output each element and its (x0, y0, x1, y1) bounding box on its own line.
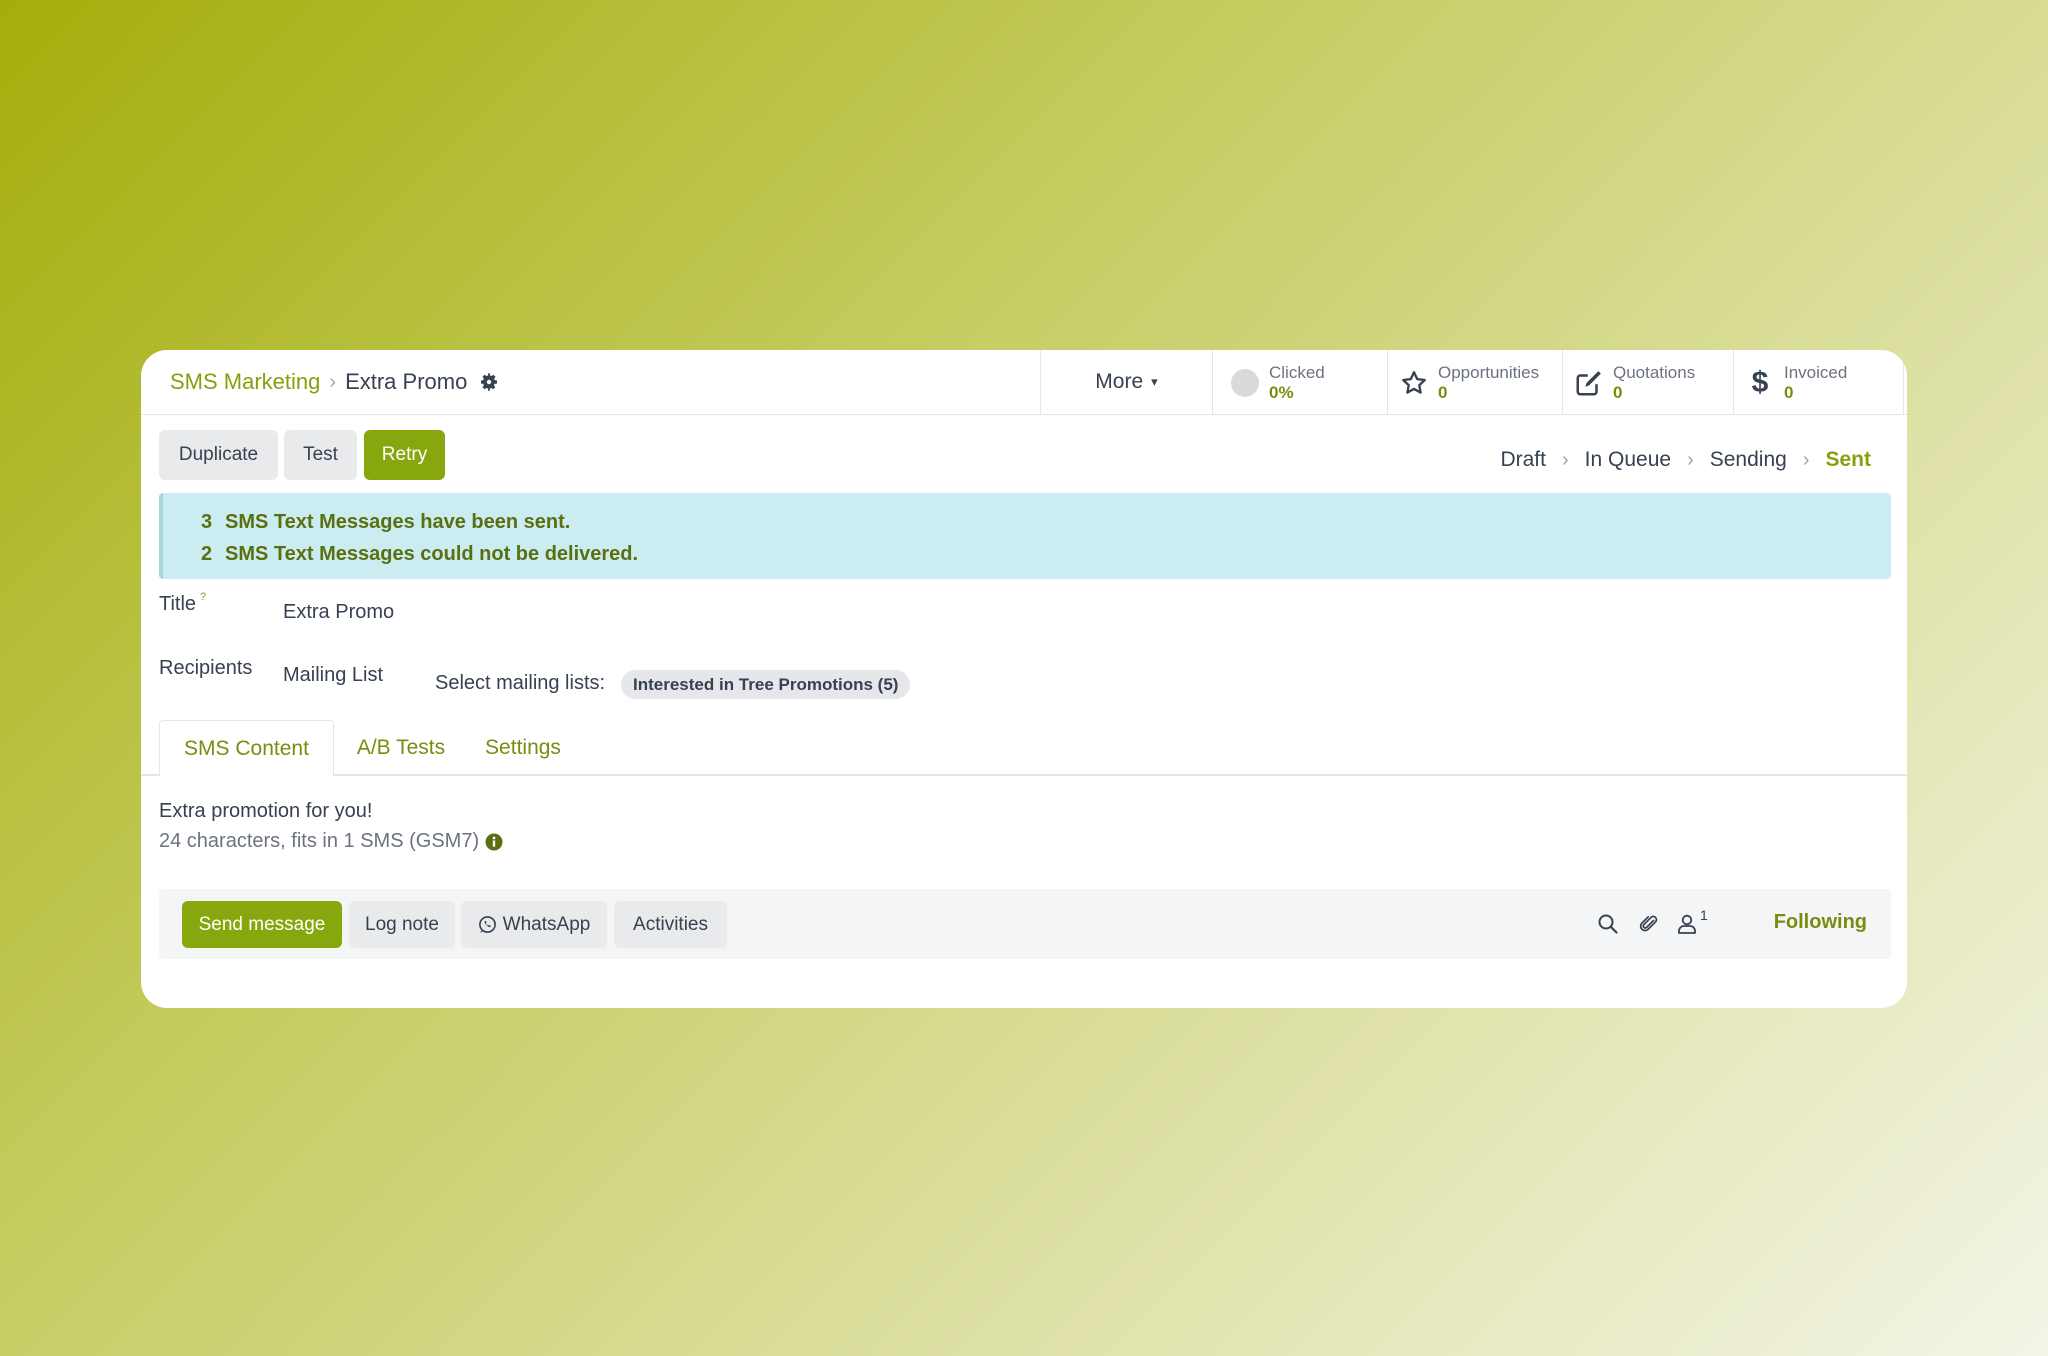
stat-quotations-label: Quotations (1613, 362, 1696, 382)
title-field[interactable]: Extra Promo (283, 601, 394, 624)
star-icon (1398, 367, 1430, 399)
alert-line-sent: 3 SMS Text Messages have been sent. (201, 506, 1891, 538)
caret-down-icon: ▾ (1151, 374, 1158, 389)
mailing-list-tag[interactable]: Interested in Tree Promotions (5) (621, 670, 911, 699)
whatsapp-label: WhatsApp (502, 913, 591, 935)
stat-quotations-value: 0 (1613, 382, 1623, 402)
dollar-icon: $ (1744, 367, 1776, 399)
stat-clicked-label: Clicked (1269, 362, 1325, 382)
more-button-label: More (1095, 370, 1144, 393)
gear-icon[interactable] (479, 372, 499, 392)
form-card: SMS Marketing › Extra Promo More ▾ Click… (141, 350, 1907, 1008)
tab-sms-content[interactable]: SMS Content (159, 720, 334, 776)
breadcrumb-separator: › (329, 370, 337, 393)
test-button[interactable]: Test (284, 430, 357, 480)
activities-button[interactable]: Activities (614, 901, 727, 948)
breadcrumb: SMS Marketing › Extra Promo (170, 366, 499, 398)
stat-opportunities-value: 0 (1438, 382, 1448, 402)
duplicate-button[interactable]: Duplicate (159, 430, 278, 480)
edit-icon (1573, 367, 1605, 399)
stat-quotations[interactable]: Quotations 0 (1563, 350, 1734, 415)
sent-stats-alert: 3 SMS Text Messages have been sent. 2 SM… (159, 493, 1891, 579)
title-label: Title? (159, 591, 206, 616)
follower-count: 1 (1700, 907, 1708, 923)
recipients-label: Recipients (159, 657, 253, 679)
recipients-field[interactable]: Mailing List (283, 664, 383, 687)
char-info: 24 characters, fits in 1 SMS (GSM7) (159, 830, 503, 853)
search-icon[interactable] (1595, 911, 1621, 937)
page-background: { "breadcrumb": { "parent": "SMS Marketi… (0, 0, 2048, 1356)
status-separator: › (1687, 448, 1694, 471)
breadcrumb-current: Extra Promo (345, 369, 468, 394)
following-button[interactable]: Following (1774, 911, 1867, 934)
control-panel: SMS Marketing › Extra Promo More ▾ Click… (141, 350, 1907, 415)
status-stage-sending[interactable]: Sending (1710, 448, 1787, 472)
retry-button[interactable]: Retry (364, 430, 445, 480)
tab-settings[interactable]: Settings (468, 720, 578, 776)
followers-icon[interactable] (1674, 911, 1700, 937)
mailing-lists-label: Select mailing lists: (435, 672, 606, 694)
stat-invoiced[interactable]: $ Invoiced 0 (1734, 350, 1904, 415)
svg-text:$: $ (1752, 367, 1769, 399)
failed-text: SMS Text Messages could not be delivered… (225, 543, 639, 565)
help-icon[interactable]: ? (200, 591, 206, 603)
sent-count: 3 (201, 511, 213, 533)
status-stage-sent[interactable]: Sent (1825, 448, 1871, 472)
stat-invoiced-label: Invoiced (1784, 362, 1848, 382)
stat-clicked-value: 0% (1269, 382, 1294, 402)
stat-opportunities[interactable]: Opportunities 0 (1388, 350, 1563, 415)
title-label-text: Title (159, 593, 197, 615)
tab-ab-tests[interactable]: A/B Tests (341, 720, 461, 776)
char-info-text: 24 characters, fits in 1 SMS (GSM7) (159, 830, 480, 852)
send-message-button[interactable]: Send message (182, 901, 342, 948)
alert-line-failed: 2 SMS Text Messages could not be deliver… (201, 538, 1891, 570)
status-stage-draft[interactable]: Draft (1500, 448, 1546, 472)
paperclip-icon[interactable] (1636, 911, 1662, 937)
stat-invoiced-value: 0 (1784, 382, 1794, 402)
whatsapp-button[interactable]: WhatsApp (461, 901, 607, 948)
breadcrumb-parent-link[interactable]: SMS Marketing (170, 369, 320, 395)
status-separator: › (1802, 448, 1810, 471)
whatsapp-icon (478, 915, 497, 934)
circle-progress-icon (1229, 367, 1261, 399)
info-icon[interactable] (485, 833, 503, 851)
stat-opportunities-label: Opportunities (1438, 362, 1540, 382)
more-button[interactable]: More ▾ (1040, 350, 1213, 415)
sent-text: SMS Text Messages have been sent. (225, 511, 571, 533)
status-stage-in-queue[interactable]: In Queue (1585, 448, 1671, 472)
sms-body[interactable]: Extra promotion for you! (159, 800, 372, 823)
status-separator: › (1561, 448, 1569, 471)
log-note-button[interactable]: Log note (349, 901, 455, 948)
stat-clicked[interactable]: Clicked 0% (1213, 350, 1388, 415)
failed-count: 2 (201, 543, 213, 565)
status-bar: Draft › In Queue › Sending › Sent (1500, 445, 1871, 475)
chatter-bar: Send message Log note WhatsApp Activitie… (159, 889, 1891, 959)
